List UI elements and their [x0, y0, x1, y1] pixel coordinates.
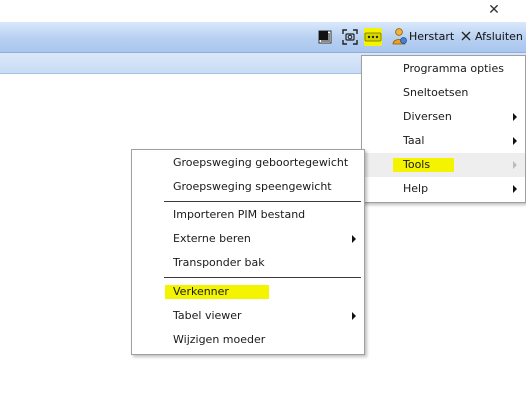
menu-item-label: Verkenner — [165, 285, 269, 299]
close-icon — [461, 31, 471, 44]
main-options-menu: Programma opties Sneltoetsen Diversen Ta… — [361, 55, 526, 203]
menu-item-help[interactable]: Help — [362, 177, 525, 201]
menu-item-label: Programma opties — [403, 62, 504, 75]
afsluiten-button[interactable]: Afsluiten — [461, 28, 523, 46]
submenu-arrow-icon — [513, 185, 517, 193]
submenu-arrow-icon — [352, 312, 356, 320]
herstart-button[interactable]: Herstart — [391, 27, 455, 48]
submenu-arrow-icon — [352, 235, 356, 243]
fullscreen-icon[interactable] — [316, 28, 334, 46]
window-close-button[interactable]: ✕ — [486, 2, 502, 18]
menu-separator — [164, 277, 361, 278]
menu-item-label: Help — [403, 182, 429, 195]
screenshot-icon[interactable] — [341, 28, 359, 46]
menu-item-label: Importeren PIM bestand — [173, 208, 306, 221]
submenu-arrow-icon — [513, 113, 517, 121]
menu-item-label: Wijzigen moeder — [173, 333, 266, 346]
submenu-arrow-icon — [513, 137, 517, 145]
tools-submenu: Groepsweging geboortegewicht Groepswegin… — [131, 149, 365, 355]
menu-item-groepsweging-speengewicht[interactable]: Groepsweging speengewicht — [132, 175, 364, 199]
menu-item-taal[interactable]: Taal — [362, 129, 525, 153]
menu-item-tabel-viewer[interactable]: Tabel viewer — [132, 304, 364, 328]
menu-item-label: Sneltoetsen — [403, 86, 469, 99]
menu-item-label: Externe beren — [173, 232, 251, 245]
submenu-arrow-icon — [513, 161, 517, 169]
menu-item-wijzigen-moeder[interactable]: Wijzigen moeder — [132, 328, 364, 352]
afsluiten-label: Afsluiten — [475, 30, 523, 43]
menu-item-label: Tabel viewer — [173, 309, 242, 322]
menu-item-transponder-bak[interactable]: Transponder bak — [132, 251, 364, 275]
menu-item-programma-opties[interactable]: Programma opties — [362, 57, 525, 81]
user-restart-icon — [391, 27, 407, 48]
menu-item-groepsweging-geboortegewicht[interactable]: Groepsweging geboortegewicht — [132, 151, 364, 175]
menu-separator — [164, 201, 361, 202]
menu-item-diversen[interactable]: Diversen — [362, 105, 525, 129]
menu-item-sneltoetsen[interactable]: Sneltoetsen — [362, 81, 525, 105]
menu-item-tools[interactable]: Tools — [362, 153, 525, 177]
menu-item-importeren-pim-bestand[interactable]: Importeren PIM bestand — [132, 203, 364, 227]
menu-item-label: Taal — [403, 134, 425, 147]
herstart-label: Herstart — [409, 30, 455, 43]
menu-item-label: Groepsweging geboortegewicht — [173, 156, 349, 169]
menu-item-label: Transponder bak — [173, 256, 265, 269]
top-toolbar: Herstart Afsluiten — [0, 22, 526, 53]
menu-item-label: Diversen — [403, 110, 452, 123]
more-options-icon[interactable] — [364, 28, 382, 46]
menu-item-externe-beren[interactable]: Externe beren — [132, 227, 364, 251]
menu-item-verkenner[interactable]: Verkenner — [132, 280, 364, 304]
menu-item-label: Tools — [393, 158, 455, 172]
menu-item-label: Groepsweging speengewicht — [173, 180, 332, 193]
